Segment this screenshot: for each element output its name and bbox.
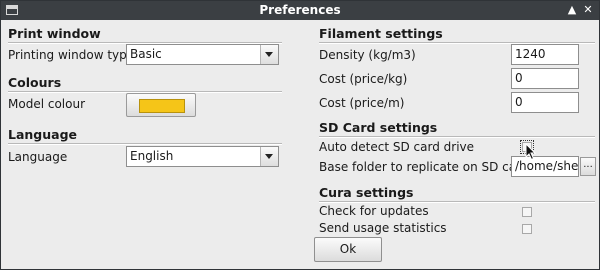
window-title: Preferences: [259, 3, 341, 17]
check-for-updates-label: Check for updates: [319, 204, 429, 218]
divider: [319, 136, 595, 138]
cost-per-m-label: Cost (price/m): [319, 96, 405, 110]
printing-window-type-select[interactable]: Basic: [126, 44, 279, 65]
mouse-pointer-icon: [525, 143, 537, 161]
send-usage-statistics-label: Send usage statistics: [319, 221, 447, 235]
send-usage-statistics-checkbox[interactable]: [522, 224, 532, 234]
printing-window-type-label: Printing window type: [8, 48, 135, 62]
language-label: Language: [8, 150, 68, 164]
sd-card-settings-heading: SD Card settings: [319, 120, 438, 135]
model-colour-label: Model colour: [8, 97, 85, 111]
title-bar[interactable]: Preferences ▲ ✕: [1, 1, 599, 20]
cost-per-m-input[interactable]: 0: [511, 92, 579, 113]
filament-settings-heading: Filament settings: [319, 26, 443, 41]
cost-per-kg-input[interactable]: 0: [511, 68, 579, 89]
cost-per-kg-label: Cost (price/kg): [319, 72, 408, 86]
cura-settings-heading: Cura settings: [319, 185, 414, 200]
printing-window-type-value: Basic: [130, 47, 162, 61]
close-icon[interactable]: ✕: [581, 3, 595, 17]
check-for-updates-checkbox[interactable]: [522, 207, 532, 217]
language-heading: Language: [8, 127, 78, 142]
browse-folder-button[interactable]: ...: [580, 157, 596, 176]
divider: [319, 201, 595, 203]
preferences-window: Preferences ▲ ✕ Print window Printing wi…: [0, 0, 600, 270]
divider: [8, 143, 282, 145]
print-window-heading: Print window: [8, 26, 101, 41]
colours-heading: Colours: [8, 75, 62, 90]
chevron-down-icon[interactable]: [260, 45, 278, 64]
language-select[interactable]: English: [126, 146, 279, 167]
language-value: English: [130, 149, 174, 163]
keep-above-icon[interactable]: ▲: [565, 3, 579, 17]
base-folder-input[interactable]: /home/shev: [511, 156, 579, 177]
density-label: Density (kg/m3): [319, 48, 416, 62]
model-colour-button[interactable]: [126, 93, 196, 117]
model-colour-swatch: [139, 99, 185, 113]
base-folder-label: Base folder to replicate on SD card: [319, 160, 529, 174]
auto-detect-sd-label: Auto detect SD card drive: [319, 140, 475, 154]
ok-button[interactable]: Ok: [314, 237, 382, 262]
density-input[interactable]: 1240: [511, 44, 579, 65]
chevron-down-icon[interactable]: [260, 147, 278, 166]
